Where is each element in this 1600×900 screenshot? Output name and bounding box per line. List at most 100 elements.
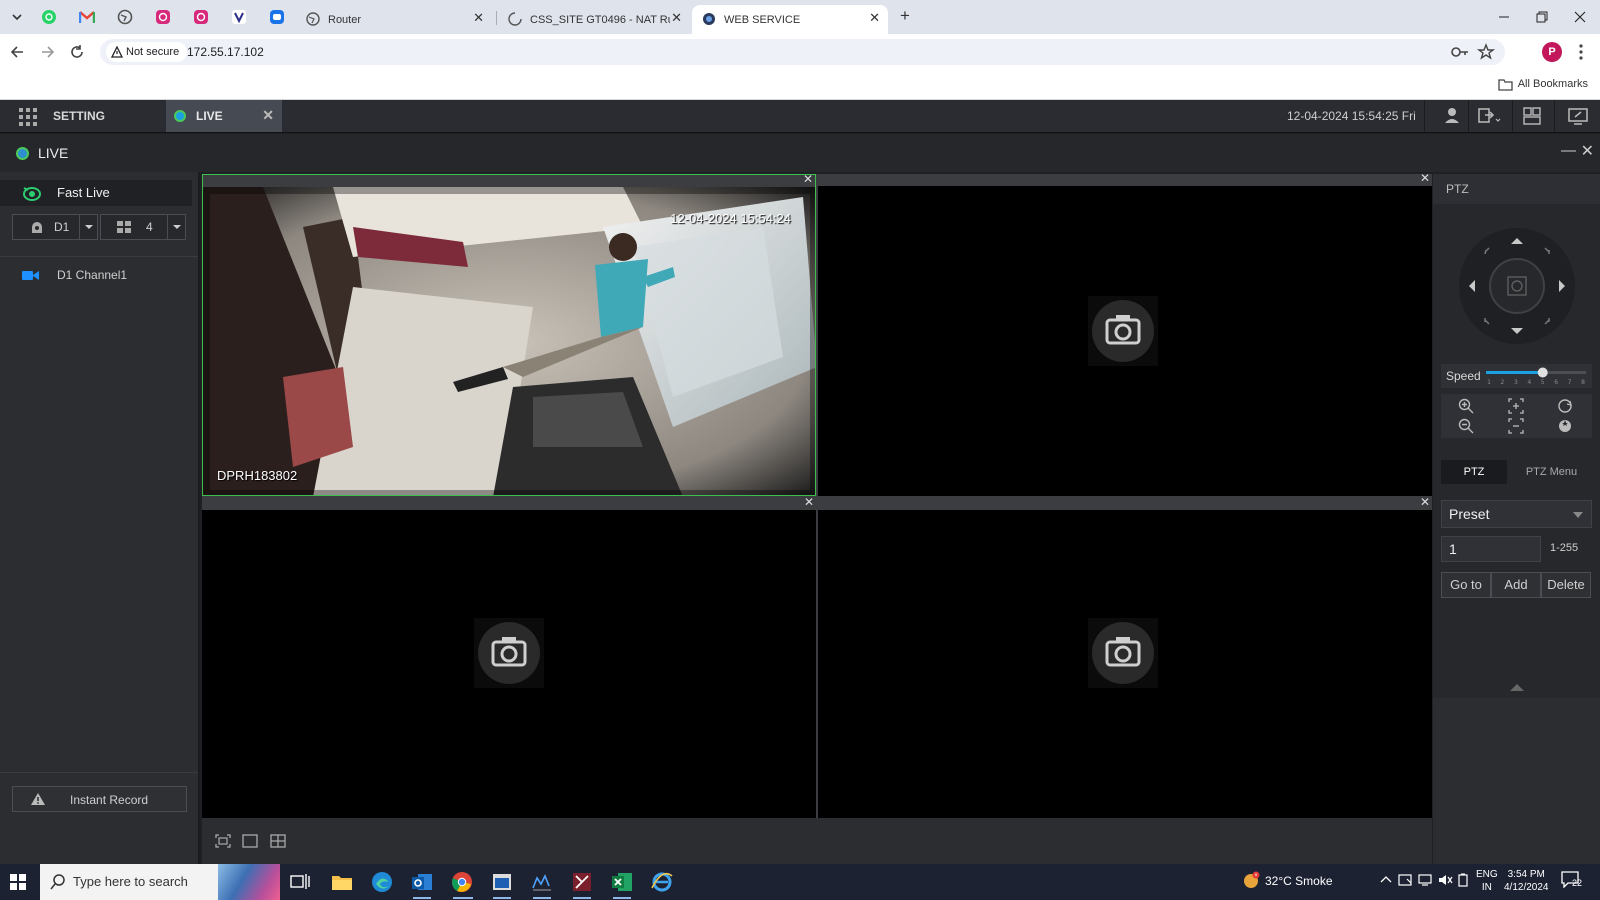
tab-nat-rule[interactable]: CSS_SITE GT0496 - NAT Rule < ✕ (498, 5, 690, 34)
notification-center[interactable]: 22 (1561, 871, 1582, 888)
app-pinned-tab-icon[interactable] (154, 8, 172, 26)
password-key-icon[interactable] (1451, 44, 1469, 60)
zoom-in-icon[interactable] (1457, 397, 1475, 415)
whatsapp-pinned-tab-icon[interactable] (40, 8, 58, 26)
add-preset-button[interactable]: Add (1491, 572, 1541, 598)
close-window-button[interactable] (1570, 8, 1590, 26)
delete-preset-button[interactable]: Delete (1541, 572, 1591, 598)
single-view-icon[interactable] (242, 834, 258, 848)
tab-search-icon[interactable] (8, 8, 26, 26)
system-datetime: 12-04-2024 15:54:25 Fri (1287, 109, 1416, 123)
profile-avatar[interactable]: P (1542, 42, 1562, 62)
close-tab-icon[interactable]: ✕ (473, 10, 484, 26)
chrome-icon[interactable] (450, 870, 474, 894)
close-live-tab-icon[interactable]: ✕ (262, 107, 274, 124)
instant-record-label: Instant Record (70, 793, 149, 807)
collapse-panel-arrow-icon[interactable] (1510, 684, 1524, 691)
iris-open-icon[interactable] (1556, 397, 1574, 415)
chevron-down-icon[interactable] (79, 215, 97, 239)
minimize-panel-icon[interactable]: — (1561, 142, 1576, 159)
display-settings-icon[interactable] (1566, 105, 1590, 127)
reload-icon[interactable] (67, 42, 87, 62)
tab-ptz[interactable]: PTZ (1441, 460, 1507, 484)
forward-arrow-icon[interactable] (37, 42, 57, 62)
taskbar-search-box[interactable]: Type here to search (40, 864, 280, 900)
speed-slider[interactable]: 1 2 3 4 5 6 7 8 (1486, 366, 1588, 386)
video-pane-3[interactable]: ✕ (202, 495, 816, 818)
close-pane-icon[interactable]: ✕ (1420, 495, 1430, 509)
security-chip[interactable]: Not secure (106, 42, 188, 62)
app-pinned-tab-icon[interactable] (230, 8, 248, 26)
snipping-tool-icon[interactable] (570, 870, 594, 894)
app-pinned-tab-icon[interactable] (192, 8, 210, 26)
restore-window-button[interactable] (1532, 8, 1552, 26)
excel-icon[interactable] (610, 870, 634, 894)
ptz-tab-bar: PTZ PTZ Menu (1441, 460, 1592, 484)
minimize-window-button[interactable] (1494, 8, 1514, 26)
edge-icon[interactable] (370, 870, 394, 894)
fullscreen-icon[interactable] (215, 834, 231, 848)
chevron-up-icon[interactable] (1380, 874, 1392, 886)
close-tab-icon[interactable]: ✕ (869, 10, 880, 26)
iris-close-icon[interactable] (1556, 417, 1574, 435)
fast-live-item[interactable]: Fast Live (0, 180, 192, 206)
video-pane-2[interactable]: ✕ (818, 171, 1432, 496)
tab-router[interactable]: Router ✕ (296, 5, 492, 34)
app-window-icon[interactable] (490, 870, 514, 894)
user-icon[interactable] (1440, 105, 1464, 127)
globe-pinned-tab-icon[interactable] (116, 8, 134, 26)
all-bookmarks-button[interactable]: All Bookmarks (1498, 78, 1588, 91)
bookmark-star-icon[interactable] (1477, 43, 1495, 61)
battery-icon[interactable] (1456, 873, 1472, 887)
instant-record-button[interactable]: Instant Record (12, 786, 187, 812)
speed-slider-handle[interactable] (1537, 367, 1548, 378)
back-arrow-icon[interactable] (8, 42, 28, 62)
zoom-out-icon[interactable] (1457, 417, 1475, 435)
setting-tab[interactable]: SETTING (0, 100, 166, 132)
kebab-menu-icon[interactable] (1576, 42, 1586, 62)
goto-preset-button[interactable]: Go to (1441, 572, 1491, 598)
close-tab-icon[interactable]: ✕ (671, 10, 682, 26)
network-icon[interactable] (1418, 873, 1434, 887)
close-pane-icon[interactable]: ✕ (1420, 171, 1430, 185)
network-tool-icon[interactable] (530, 870, 554, 894)
internet-explorer-icon[interactable] (650, 870, 674, 894)
preset-select[interactable]: Preset (1441, 500, 1592, 528)
close-pane-icon[interactable]: ✕ (804, 495, 814, 509)
taskbar-clock[interactable]: 3:54 PM 4/12/2024 (1504, 868, 1549, 894)
preset-number-input[interactable] (1441, 536, 1541, 562)
weather-widget[interactable]: 32°C Smoke (1244, 871, 1333, 888)
gmail-pinned-tab-icon[interactable] (78, 8, 96, 26)
multi-screen-icon[interactable] (1520, 105, 1544, 127)
ptz-direction-pad[interactable] (1457, 226, 1577, 346)
security-shield-icon[interactable] (1398, 873, 1414, 887)
live-tab[interactable]: LIVE ✕ (166, 100, 282, 132)
file-explorer-icon[interactable] (330, 870, 354, 894)
video-pane-4[interactable]: ✕ (818, 495, 1432, 818)
volume-muted-icon[interactable] (1438, 873, 1454, 887)
close-pane-icon[interactable]: ✕ (803, 172, 813, 186)
chevron-down-icon[interactable] (167, 215, 185, 239)
windows-taskbar: Type here to search 32°C Smoke ENG IN 3:… (0, 864, 1600, 900)
camera-feed[interactable]: 12-04-2024 15:54:24 DPRH183802 (203, 187, 815, 495)
video-pane-1[interactable]: ✕ 12-04-2024 15:54:24 DPRH183802 (202, 172, 816, 496)
tab-web-service[interactable]: WEB SERVICE ✕ (692, 5, 888, 34)
logout-icon[interactable] (1476, 105, 1501, 127)
focus-near-icon[interactable] (1507, 397, 1525, 415)
device-select[interactable]: D1 (12, 214, 98, 240)
split-select[interactable]: 4 (100, 214, 186, 240)
input-language[interactable]: ENG IN (1476, 868, 1498, 894)
app-pinned-tab-icon[interactable] (268, 8, 286, 26)
quad-view-icon[interactable] (270, 834, 286, 848)
url-text[interactable]: 172.55.17.102 (187, 45, 264, 59)
close-panel-icon[interactable]: ✕ (1581, 141, 1594, 161)
new-tab-button[interactable]: + (900, 6, 910, 26)
task-view-icon[interactable] (288, 870, 312, 894)
windows-start-icon[interactable] (10, 874, 26, 890)
outlook-icon[interactable] (410, 870, 434, 894)
tab-ptz-menu[interactable]: PTZ Menu (1511, 460, 1592, 484)
fast-live-label: Fast Live (57, 185, 110, 200)
speed-control: Speed 1 2 3 4 5 6 7 8 (1441, 364, 1592, 388)
focus-far-icon[interactable] (1507, 417, 1525, 435)
address-bar[interactable]: Not secure 172.55.17.102 (100, 39, 1505, 65)
